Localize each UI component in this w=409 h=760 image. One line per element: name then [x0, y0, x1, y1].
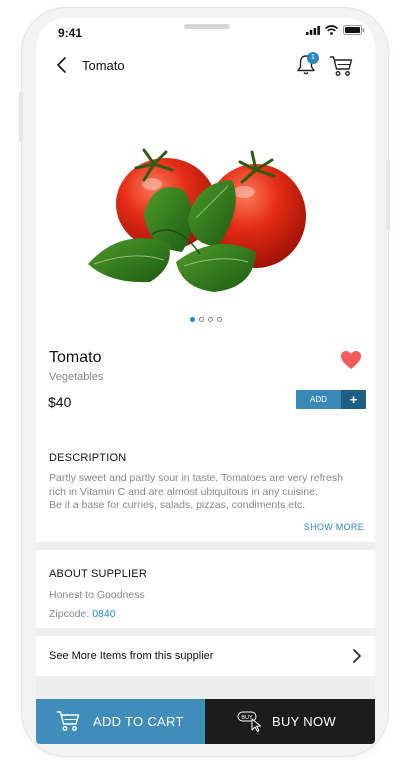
description-title: DESCRIPTION [49, 452, 127, 464]
buy-icon-text: BUY [241, 715, 253, 721]
carousel-dot-2[interactable] [199, 317, 204, 322]
see-more-items-label: See More Items from this supplier [49, 650, 214, 662]
app-screen: 9:41 Tomato 1 Tomato Vegetables $40 ADD … [36, 18, 375, 744]
description-card: DESCRIPTION Partly sweet and partly sour… [36, 434, 375, 542]
product-card: Tomato Vegetables $40 ADD + [36, 86, 375, 442]
cart-icon [57, 711, 80, 731]
supplier-title: ABOUT SUPPLIER [49, 568, 147, 580]
product-category: Vegetables [49, 371, 104, 383]
description-text: Partly sweet and partly sour in taste, T… [49, 472, 375, 513]
buy-cursor-icon: BUY [237, 711, 261, 732]
product-name: Tomato [49, 349, 102, 366]
notification-badge: 1 [307, 52, 319, 64]
product-image-carousel[interactable] [84, 142, 314, 302]
cart-icon[interactable] [329, 55, 353, 77]
carousel-dot-4[interactable] [217, 317, 222, 322]
phone-side-button-left [19, 92, 23, 142]
tomato-product-image [88, 148, 306, 292]
bottom-action-bar: ADD TO CART BUY BUY NOW [36, 699, 375, 744]
battery-icon [343, 25, 365, 35]
supplier-name: Honest to Goodness [49, 589, 145, 601]
supplier-zipcode: Zipcode: 0840 [49, 608, 116, 620]
zipcode-label: Zipcode: [49, 608, 90, 620]
signal-icon [306, 25, 320, 35]
add-to-cart-stepper[interactable]: ADD + [296, 390, 366, 409]
carousel-dot-1[interactable] [190, 317, 195, 322]
description-line-2: rich in Vitamin C and are almost ubiquit… [49, 485, 318, 498]
description-line-1: Partly sweet and partly sour in taste, T… [49, 472, 343, 484]
product-price: $40 [48, 394, 72, 410]
buy-now-label: BUY NOW [272, 714, 336, 729]
status-time: 9:41 [58, 26, 83, 40]
add-button-label[interactable]: ADD [296, 390, 341, 409]
zipcode-value: 0840 [92, 608, 116, 620]
show-more-link[interactable]: SHOW MORE [304, 522, 364, 532]
add-to-cart-button[interactable]: ADD TO CART [36, 699, 205, 744]
chevron-right-icon [353, 649, 362, 663]
app-header: Tomato 1 [36, 46, 375, 86]
description-line-3: Be it a base for curries, salads, pizzas… [49, 499, 306, 511]
speaker-notch [184, 24, 230, 29]
wifi-icon [325, 25, 338, 35]
add-plus-button[interactable]: + [341, 390, 366, 409]
buy-now-button[interactable]: BUY BUY NOW [205, 699, 375, 744]
see-more-items-row[interactable]: See More Items from this supplier [36, 636, 375, 676]
carousel-dot-3[interactable] [208, 317, 213, 322]
phone-side-button-right [386, 160, 390, 230]
back-chevron-icon[interactable] [56, 56, 68, 74]
add-to-cart-label: ADD TO CART [93, 714, 184, 729]
page-title: Tomato [82, 58, 125, 73]
heart-icon[interactable] [340, 350, 362, 370]
carousel-indicator [190, 317, 222, 322]
status-bar: 9:41 [36, 18, 375, 46]
status-icons [306, 25, 365, 35]
supplier-card: ABOUT SUPPLIER Honest to Goodness Zipcod… [36, 550, 375, 628]
